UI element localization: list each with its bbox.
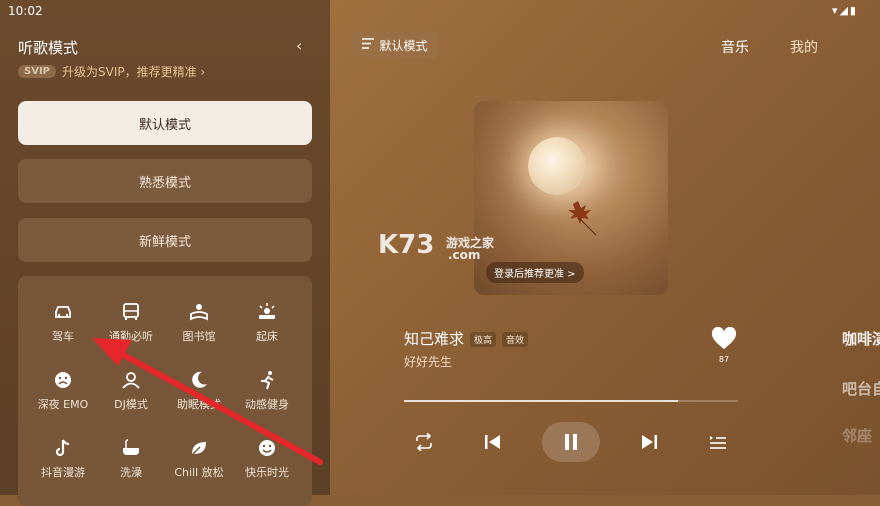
lyric-line-current: 咖啡演 <box>842 330 880 348</box>
next-button[interactable] <box>629 422 669 462</box>
lyric-line-later: 邻座 <box>842 427 873 445</box>
tab-music[interactable]: 音乐 <box>721 37 749 57</box>
mode-switch-button[interactable]: 默认模式 <box>352 31 438 59</box>
sound-effect-tag[interactable]: 音效 <box>502 332 529 347</box>
playlist-button[interactable] <box>698 422 738 462</box>
login-recommend-tip[interactable]: 登录后推荐更准 > <box>486 262 584 283</box>
running-icon <box>256 370 278 390</box>
scene-commute[interactable]: 通勤必听 <box>96 302 166 344</box>
system-status-icons: ▾◢▮ <box>831 4 858 17</box>
mode-default-button[interactable]: 默认模式 <box>18 101 312 145</box>
scene-label: DJ模式 <box>114 398 148 411</box>
mode-switch-label: 默认模式 <box>379 38 428 53</box>
bus-icon <box>120 302 142 322</box>
scene-label: 通勤必听 <box>109 330 153 343</box>
scene-label: 抖音漫游 <box>41 466 85 479</box>
scene-douyin[interactable]: 抖音漫游 <box>28 438 98 480</box>
scene-sleep[interactable]: 助眠模式 <box>164 370 234 412</box>
scene-fitness[interactable]: 动感健身 <box>232 370 302 412</box>
watermark-domain: .com <box>448 248 481 262</box>
scene-happy[interactable]: 快乐时光 <box>232 438 302 480</box>
sad-face-icon <box>52 370 74 390</box>
mode-familiar-button[interactable]: 熟悉模式 <box>18 159 312 203</box>
scene-label: 驾车 <box>52 330 74 343</box>
scene-label: 洗澡 <box>120 466 142 479</box>
watermark-logo: K73 <box>378 230 435 260</box>
scene-label: 动感健身 <box>245 398 289 411</box>
quality-tag[interactable]: 极高 <box>470 332 497 347</box>
status-bar: 10:02 ▾◢▮ <box>0 0 880 22</box>
scene-wakeup[interactable]: 起床 <box>232 302 302 344</box>
artist-name[interactable]: 好好先生 <box>404 353 452 370</box>
menu-icon <box>362 38 375 52</box>
album-cover[interactable]: 登录后推荐更准 > <box>474 101 668 295</box>
lyric-line-next: 吧台自 <box>842 380 880 398</box>
tiktok-icon <box>52 438 74 458</box>
scene-label: 快乐时光 <box>245 466 289 479</box>
scene-bath[interactable]: 洗澡 <box>96 438 166 480</box>
song-title-row: 知己难求 极高 音效 <box>404 328 529 349</box>
bathtub-icon <box>120 438 142 458</box>
progress-bar[interactable] <box>404 400 738 402</box>
previous-button[interactable] <box>473 422 513 462</box>
scene-library[interactable]: 图书馆 <box>164 302 234 344</box>
scene-driving[interactable]: 驾车 <box>28 302 98 344</box>
like-count: 87 <box>718 355 730 364</box>
dj-icon <box>120 370 142 390</box>
repeat-button[interactable] <box>404 422 444 462</box>
repeat-icon <box>416 433 432 451</box>
sunrise-icon <box>256 302 278 322</box>
scene-label: Chill 放松 <box>174 466 224 479</box>
scene-label: 深夜 EMO <box>37 398 89 411</box>
svip-upgrade-link[interactable]: SVIP 升级为SVIP，推荐更精准 › <box>18 63 205 80</box>
scene-dj[interactable]: DJ模式 <box>96 370 166 412</box>
moon-image <box>528 137 586 195</box>
smile-icon <box>256 438 278 458</box>
moon-icon <box>188 370 210 390</box>
pause-button[interactable] <box>542 422 600 462</box>
maple-leaf-icon <box>568 201 597 236</box>
scene-label: 起床 <box>256 330 278 343</box>
mode-fresh-button[interactable]: 新鲜模式 <box>18 218 312 262</box>
skip-next-icon <box>642 435 657 449</box>
scene-chill[interactable]: Chill 放松 <box>164 438 234 480</box>
collapse-panel-icon[interactable]: ‹ <box>296 36 302 55</box>
svip-upgrade-text: 升级为SVIP，推荐更精准 › <box>62 65 206 79</box>
reading-icon <box>188 302 210 322</box>
heart-icon <box>711 326 737 349</box>
panel-title: 听歌模式 <box>18 39 79 57</box>
car-icon <box>52 302 74 322</box>
scene-label: 图书馆 <box>182 330 216 343</box>
playlist-icon <box>710 436 726 449</box>
progress-fill <box>404 400 678 402</box>
svip-badge: SVIP <box>18 65 56 78</box>
listening-mode-panel: 听歌模式 ‹ SVIP 升级为SVIP，推荐更精准 › 默认模式 熟悉模式 新鲜… <box>0 0 330 506</box>
scene-late-night-emo[interactable]: 深夜 EMO <box>28 370 98 412</box>
leaf-icon <box>188 438 210 458</box>
watermark: K73 游戏之家 .com <box>378 230 494 262</box>
skip-previous-icon <box>485 435 500 449</box>
song-title: 知己难求 <box>404 330 465 348</box>
tab-mine[interactable]: 我的 <box>790 37 818 57</box>
pause-icon <box>565 434 577 450</box>
status-time: 10:02 <box>8 4 43 18</box>
like-button[interactable]: 87 <box>709 326 739 364</box>
scene-label: 助眠模式 <box>177 398 221 411</box>
